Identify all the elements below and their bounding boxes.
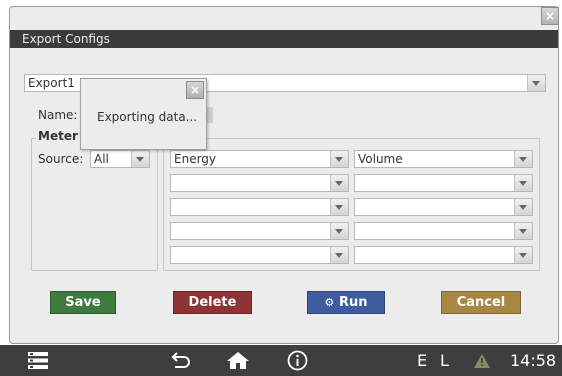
source-label: Source: (38, 152, 84, 166)
language-indicator-l: L (440, 351, 449, 370)
popup-close-button[interactable]: × (186, 81, 204, 99)
column-select-right-4[interactable] (354, 222, 533, 240)
dialog-close-button[interactable]: × (541, 7, 559, 25)
delete-button-label: Delete (188, 295, 237, 310)
popup-message: Exporting data... (97, 110, 198, 124)
chevron-down-icon (514, 151, 532, 167)
chevron-down-icon (330, 175, 348, 191)
save-button[interactable]: Save (50, 291, 116, 314)
back-icon[interactable] (171, 351, 191, 370)
column-select-left-2[interactable] (170, 174, 349, 192)
chevron-down-icon (330, 199, 348, 215)
column-select-right-1[interactable]: Volume (354, 150, 533, 168)
chevron-down-icon (330, 247, 348, 263)
language-indicator-e: E (417, 351, 428, 370)
chevron-down-icon (330, 223, 348, 239)
run-button-label: Run (338, 295, 368, 310)
column-select-left-3[interactable] (170, 198, 349, 216)
column-select-left-1[interactable]: Energy (170, 150, 349, 168)
home-icon[interactable] (226, 351, 250, 370)
exporting-popup: × Exporting data... (80, 78, 207, 150)
column-select-value: Volume (358, 152, 403, 166)
chevron-down-icon (131, 151, 149, 167)
cancel-button[interactable]: Cancel (441, 291, 521, 314)
delete-button[interactable]: Delete (173, 291, 252, 314)
dialog-title: Export Configs (10, 30, 558, 48)
chevron-down-icon (527, 75, 545, 91)
source-select-value: All (94, 152, 109, 166)
info-icon[interactable] (287, 350, 308, 371)
column-select-right-3[interactable] (354, 198, 533, 216)
chevron-down-icon (514, 247, 532, 263)
save-button-label: Save (65, 295, 101, 310)
cancel-button-label: Cancel (456, 295, 506, 310)
gear-icon: ⚙ (324, 296, 335, 309)
chevron-down-icon (514, 175, 532, 191)
chevron-down-icon (330, 151, 348, 167)
clock: 14:58 (510, 351, 557, 370)
chevron-down-icon (514, 199, 532, 215)
meter-group-legend: Meter (36, 129, 80, 143)
column-select-right-2[interactable] (354, 174, 533, 192)
warning-icon[interactable] (473, 353, 491, 369)
column-select-left-5[interactable] (170, 246, 349, 264)
chevron-down-icon (514, 223, 532, 239)
column-select-right-5[interactable] (354, 246, 533, 264)
export-select-value: Export1 (28, 76, 75, 90)
taskbar: E L 14:58 (0, 345, 562, 376)
run-button[interactable]: ⚙ Run (307, 291, 385, 314)
menu-icon[interactable] (28, 352, 48, 369)
column-select-left-4[interactable] (170, 222, 349, 240)
name-label: Name: (38, 108, 78, 122)
source-select[interactable]: All (90, 150, 150, 168)
column-select-value: Energy (174, 152, 217, 166)
